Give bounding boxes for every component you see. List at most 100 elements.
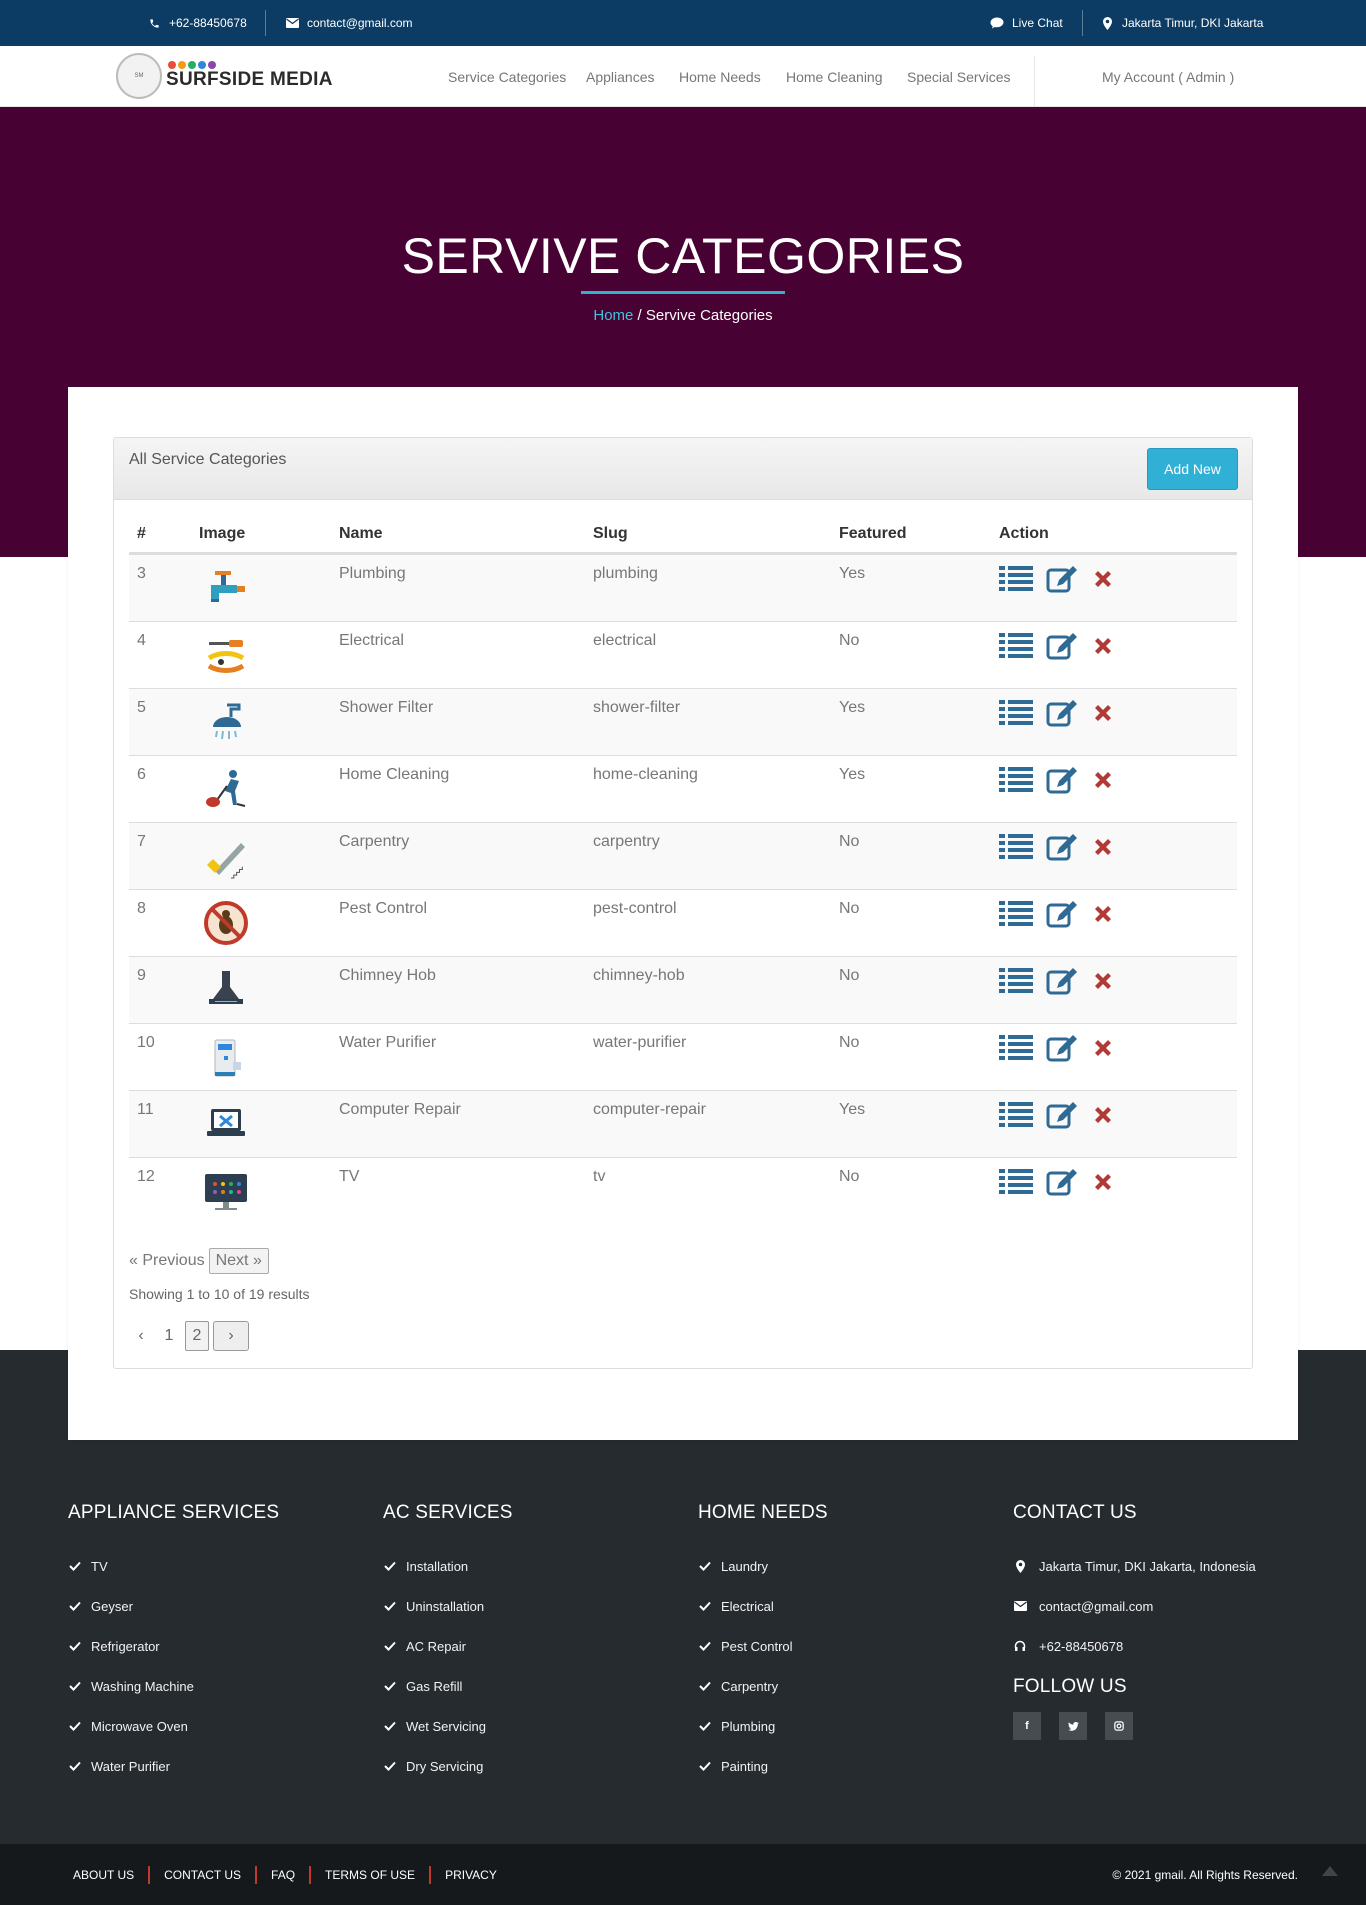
footer-home-needs: HOME NEEDS Laundry Electrical Pest Control… [698,1502,828,1786]
edit-icon[interactable] [1046,1101,1078,1134]
row-slug: water-purifier [593,1034,687,1051]
next-page-arrow[interactable]: › [213,1321,249,1351]
edit-icon[interactable] [1046,766,1078,799]
table-row: 12 TV tv No [129,1157,1237,1224]
footer-home-needs-link[interactable]: Laundry [698,1546,828,1586]
contact-email[interactable]: contact@gmail.com [1013,1586,1256,1626]
edit-icon[interactable] [1046,833,1078,866]
page-title: SERVIVE CATEGORIES [401,228,965,284]
list-icon[interactable] [999,565,1033,598]
instagram-icon[interactable] [1105,1712,1133,1740]
footer-home-needs-link[interactable]: Plumbing [698,1706,828,1746]
footer-appliance-link[interactable]: Water Purifier [68,1746,279,1786]
footer-appliance-link[interactable]: Refrigerator [68,1626,279,1666]
bottom-link[interactable]: ABOUT US [73,1868,148,1882]
bottom-link[interactable]: PRIVACY [431,1868,511,1882]
edit-icon[interactable] [1046,967,1078,1000]
list-icon[interactable] [999,1168,1033,1201]
delete-icon[interactable] [1091,768,1115,797]
list-icon[interactable] [999,766,1033,799]
list-icon[interactable] [999,900,1033,933]
top-bar: +62-88450678 contact@gmail.com Live Chat… [0,0,1366,46]
footer-ac-link[interactable]: Wet Servicing [383,1706,513,1746]
list-icon[interactable] [999,1101,1033,1134]
topbar-email[interactable]: contact@gmail.com [285,0,413,46]
check-icon [68,1641,81,1651]
delete-icon[interactable] [1091,1036,1115,1065]
previous-link[interactable]: « Previous [129,1252,205,1270]
list-icon[interactable] [999,1034,1033,1067]
add-new-button[interactable]: Add New [1147,448,1238,490]
nav-appliances[interactable]: Appliances [586,69,655,85]
edit-icon[interactable] [1046,900,1078,933]
footer-home-needs-link[interactable]: Painting [698,1746,828,1786]
col-header-action: Action [999,525,1049,542]
row-actions [999,1168,1115,1201]
row-slug: pest-control [593,900,677,917]
envelope-icon [1013,1599,1027,1613]
breadcrumb-home[interactable]: Home [593,307,633,324]
live-chat-link[interactable]: Live Chat [990,0,1063,46]
panel-title: All Service Categories [129,451,287,468]
footer-ac-link[interactable]: Uninstallation [383,1586,513,1626]
footer-contact: CONTACT US Jakarta Timur, DKI Jakarta, I… [1013,1502,1256,1740]
topbar-phone[interactable]: +62-88450678 [147,0,247,46]
tv-icon [201,1166,251,1216]
footer-ac-link[interactable]: Dry Servicing [383,1746,513,1786]
edit-icon[interactable] [1046,699,1078,732]
delete-icon[interactable] [1091,969,1115,998]
footer-appliance-link[interactable]: TV [68,1546,279,1586]
footer-ac-link[interactable]: Gas Refill [383,1666,513,1706]
edit-icon[interactable] [1046,1168,1078,1201]
breadcrumb-current: Servive Categories [645,307,773,324]
row-name: Shower Filter [339,699,434,716]
copyright: © 2021 gmail. All Rights Reserved. [1112,1867,1298,1882]
bottom-link[interactable]: CONTACT US [150,1868,255,1882]
list-icon[interactable] [999,833,1033,866]
footer-home-needs-link[interactable]: Electrical [698,1586,828,1626]
footer-ac-link[interactable]: AC Repair [383,1626,513,1666]
nav-home-cleaning[interactable]: Home Cleaning [786,69,883,85]
list-icon[interactable] [999,967,1033,1000]
footer-home-needs-link[interactable]: Pest Control [698,1626,828,1666]
delete-icon[interactable] [1091,567,1115,596]
delete-icon[interactable] [1091,634,1115,663]
check-icon [698,1641,711,1651]
row-id: 11 [137,1101,154,1118]
delete-icon[interactable] [1091,1170,1115,1199]
twitter-icon[interactable] [1059,1712,1087,1740]
row-featured: No [839,967,860,984]
footer-appliance-link[interactable]: Washing Machine [68,1666,279,1706]
footer-appliance-link[interactable]: Microwave Oven [68,1706,279,1746]
check-icon [698,1561,711,1571]
facebook-icon[interactable]: f [1013,1712,1041,1740]
nav-special-services[interactable]: Special Services [907,69,1011,85]
chat-bubble-icon [990,16,1004,30]
delete-icon[interactable] [1091,835,1115,864]
delete-icon[interactable] [1091,902,1115,931]
page-1-link[interactable]: 1 [157,1321,181,1351]
bottom-link[interactable]: TERMS OF USE [311,1868,429,1882]
footer-ac-link[interactable]: Installation [383,1546,513,1586]
footer-home-needs-link[interactable]: Carpentry [698,1666,828,1706]
check-icon [68,1681,81,1691]
edit-icon[interactable] [1046,632,1078,665]
nav-service-categories[interactable]: Service Categories [448,69,566,85]
bottom-link[interactable]: FAQ [257,1868,309,1882]
edit-icon[interactable] [1046,1034,1078,1067]
footer-appliance-link[interactable]: Geyser [68,1586,279,1626]
delete-icon[interactable] [1091,701,1115,730]
prev-page-arrow[interactable]: ‹ [129,1321,153,1351]
edit-icon[interactable] [1046,565,1078,598]
contact-phone[interactable]: +62-88450678 [1013,1626,1256,1666]
nav-my-account[interactable]: My Account ( Admin ) [1102,69,1234,85]
next-button[interactable]: Next » [208,1248,269,1274]
list-icon[interactable] [999,699,1033,732]
row-slug: chimney-hob [593,967,685,984]
nav-home-needs[interactable]: Home Needs [679,69,761,85]
delete-icon[interactable] [1091,1103,1115,1132]
page-2-link[interactable]: 2 [185,1321,209,1351]
list-icon[interactable] [999,632,1033,665]
scroll-top-icon[interactable] [1322,1866,1338,1876]
title-underline [581,291,785,294]
